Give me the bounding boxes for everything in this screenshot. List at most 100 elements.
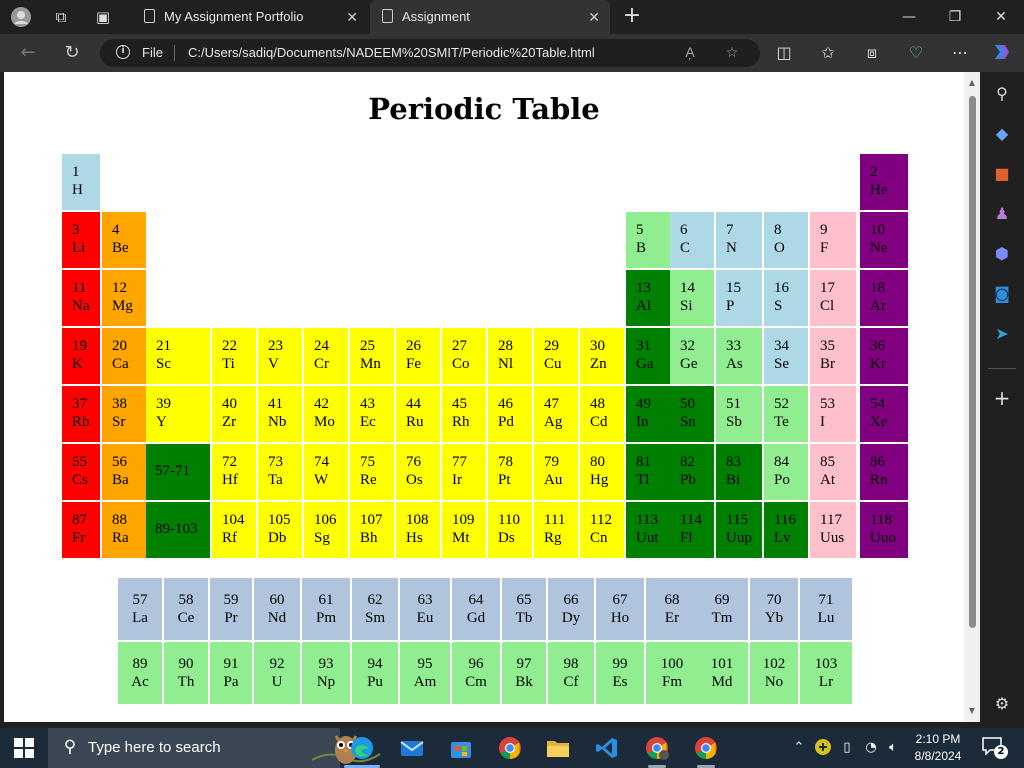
back-button[interactable]: ← [16,41,40,65]
element-symbol: Pt [498,472,511,488]
restore-button[interactable]: ❐ [932,0,978,34]
element-symbol: Er [664,610,680,626]
atomic-number: 113 [636,512,658,528]
atomic-number: 29 [544,338,559,354]
atomic-number: 23 [268,338,283,354]
security-shield-icon[interactable] [814,738,832,758]
favorite-star-icon[interactable]: ☆ [720,41,744,65]
store-icon[interactable] [449,736,473,760]
tab-my-assignment-portfolio[interactable]: My Assignment Portfolio ✕ [132,0,368,34]
profile-avatar-icon[interactable] [10,6,32,28]
atomic-number: 115 [726,512,748,528]
url-text[interactable]: C:/Users/sadiq/Documents/NADEEM%20SMIT/P… [188,39,595,67]
lanthanide-cell: 62 Sm [352,578,398,640]
atomic-number: 52 [774,396,789,412]
start-button-windows-icon[interactable] [14,738,34,758]
shopping-tag-icon[interactable]: ◆ [990,122,1014,146]
atomic-number: 4 [112,222,120,238]
mail-icon[interactable] [400,736,424,760]
element-symbol: Ho [610,610,630,626]
element-symbol: Ds [498,530,515,546]
chrome-profile-icon[interactable] [645,736,669,760]
element-symbol: Sg [314,530,330,546]
element-symbol: Si [680,298,693,314]
edge-sidebar: ⚲ ◆ ■ ♟ ⬢ ◙ ➤ + ⚙ [980,72,1024,722]
close-tab-icon[interactable]: ✕ [346,0,358,34]
element-cell: 23 V [258,328,302,384]
outlook-icon[interactable]: ◙ [990,282,1014,306]
copilot-icon[interactable] [990,41,1014,65]
volume-icon[interactable]: 🔈︎ [884,738,902,758]
search-icon: ⚲ [63,737,77,757]
read-aloud-icon[interactable]: A᷊ [678,41,702,65]
settings-more-icon[interactable]: ⋯ [948,41,972,65]
element-cell: 1H [62,154,100,210]
element-symbol: Ec [360,414,376,430]
element-symbol: I [820,414,825,430]
element-symbol: Pd [498,414,514,430]
element-symbol: Nb [268,414,287,430]
add-sidebar-app-icon[interactable]: + [990,386,1014,410]
atomic-number: 80 [590,454,605,470]
scroll-thumb[interactable] [969,96,976,628]
tab-actions-icon[interactable]: ▣ [92,6,114,28]
address-bar[interactable]: i File C:/Users/sadiq/Documents/NADEEM%2… [100,39,760,67]
taskbar-search-box[interactable]: ⚲ Type here to search [48,728,381,768]
collections-icon[interactable]: ⧈ [860,41,884,65]
element-symbol: Cu [544,356,562,372]
element-cell: 43 Ec [350,386,394,442]
refresh-button[interactable]: ↻ [60,41,84,65]
element-cell: 18 Ar [860,270,908,326]
lanthanide-cell: 67 Ho [596,578,644,640]
lanthanide-cell: 64 Gd [452,578,500,640]
element-cell: 74 W [304,444,348,500]
atomic-number: 2 [870,164,878,180]
browser-toolbar: ← ↻ i File C:/Users/sadiq/Documents/NADE… [0,34,1024,72]
atomic-number: 43 [360,396,375,412]
atomic-number: 1 [72,164,80,180]
sidebar-settings-gear-icon[interactable]: ⚙ [990,692,1014,716]
favorites-icon[interactable]: ✩ [816,41,840,65]
device-icon[interactable]: ▯ [838,738,856,758]
element-cell: 9F [810,212,856,268]
info-icon[interactable]: i [116,45,130,59]
scroll-up-arrow-icon[interactable]: ▲ [967,78,977,88]
browser-essentials-icon[interactable]: ♡ [904,41,928,65]
new-tab-button[interactable]: + [620,4,644,28]
system-clock[interactable]: 2:10 PM 8/8/2024 [906,731,970,765]
element-cell: 7N [716,212,762,268]
notification-center-button[interactable]: 2 [982,737,1008,759]
element-symbol: La [132,610,148,626]
element-cell: 40 Zr [212,386,256,442]
atomic-number: 111 [544,512,566,528]
actinide-cell: 98 Cf [548,642,594,704]
element-cell: 2 He [860,154,908,210]
element-symbol: Fm [661,674,682,690]
microsoft-365-icon[interactable]: ⬢ [990,242,1014,266]
file-explorer-icon[interactable] [546,736,570,760]
chrome-icon[interactable] [694,736,718,760]
tools-briefcase-icon[interactable]: ■ [990,162,1014,186]
minimize-button[interactable]: — [886,0,932,34]
tab-assignment[interactable]: Assignment ✕ [370,0,610,34]
chrome-icon[interactable] [498,736,522,760]
element-cell: 89-103 [146,502,210,558]
vertical-scrollbar[interactable]: ▲ ▼ [964,72,980,722]
edge-icon[interactable] [350,736,374,760]
element-symbol: Ac [131,674,149,690]
close-window-button[interactable]: ✕ [978,0,1024,34]
drop-send-icon[interactable]: ➤ [990,322,1014,346]
games-icon[interactable]: ♟ [990,202,1014,226]
atomic-number: 57-71 [155,463,190,479]
atomic-number: 100 [660,656,684,672]
wifi-icon[interactable]: ◔ [862,738,880,758]
split-screen-icon[interactable]: ◫ [772,41,796,65]
workspaces-icon[interactable]: ⧉ [50,6,72,28]
scroll-down-arrow-icon[interactable]: ▼ [967,706,977,716]
search-icon[interactable]: ⚲ [990,82,1014,106]
atomic-number: 101 [710,656,734,672]
atomic-number: 93 [318,656,334,672]
vscode-icon[interactable] [595,736,619,760]
close-tab-icon[interactable]: ✕ [588,0,600,34]
show-hidden-icons-chevron-icon[interactable]: ⌃ [790,738,808,758]
